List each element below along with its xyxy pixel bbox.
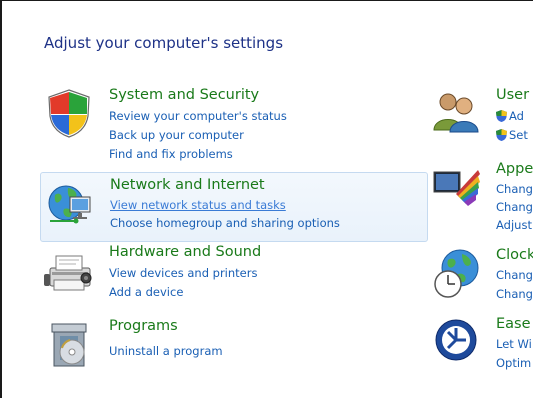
right-link[interactable]: Chang: [496, 287, 533, 301]
category-title[interactable]: Clock: [496, 247, 533, 263]
uac-shield-icon: [496, 129, 507, 141]
right-link[interactable]: Chang: [496, 182, 533, 196]
uac-shield-icon: [496, 110, 507, 122]
users-icon[interactable]: [432, 88, 480, 134]
link-add-device[interactable]: Add a device: [109, 285, 183, 299]
shield-icon[interactable]: [45, 88, 93, 138]
link-back-up-computer[interactable]: Back up your computer: [109, 128, 244, 142]
category-user-accounts: User Ad Set: [430, 84, 533, 154]
category-hardware-and-sound: Hardware and Sound View devices and prin…: [40, 244, 430, 306]
category-programs: Programs Uninstall a program: [40, 314, 430, 374]
clock-globe-icon[interactable]: [432, 248, 482, 300]
page-title: Adjust your computer's settings: [44, 34, 284, 52]
link-view-devices-printers[interactable]: View devices and printers: [109, 266, 257, 280]
appearance-monitor-icon[interactable]: [432, 164, 482, 212]
category-title[interactable]: Appe: [496, 161, 533, 177]
right-link[interactable]: Chang: [496, 268, 533, 282]
right-link[interactable]: Adjust: [496, 218, 532, 232]
window-top-border: [0, 0, 533, 1]
category-title[interactable]: Programs: [109, 318, 178, 334]
right-link[interactable]: Chang: [496, 200, 533, 214]
category-system-and-security: System and Security Review your computer…: [40, 84, 430, 164]
category-ease-of-access: Ease Let Wi Optim: [430, 314, 533, 374]
link-view-network-status[interactable]: View network status and tasks: [110, 198, 286, 212]
right-link[interactable]: Optim: [496, 356, 531, 370]
category-network-and-internet[interactable]: Network and Internet View network status…: [40, 172, 428, 242]
ease-of-access-icon[interactable]: [434, 318, 478, 362]
right-link[interactable]: Ad: [509, 109, 524, 123]
link-review-computer-status[interactable]: Review your computer's status: [109, 109, 287, 123]
programs-box-icon[interactable]: [48, 318, 94, 370]
category-title[interactable]: System and Security: [109, 87, 259, 103]
category-title[interactable]: Hardware and Sound: [109, 244, 261, 260]
link-find-fix-problems[interactable]: Find and fix problems: [109, 147, 233, 161]
link-uninstall-program[interactable]: Uninstall a program: [109, 344, 223, 358]
category-title[interactable]: Network and Internet: [110, 177, 265, 193]
category-title[interactable]: Ease: [496, 316, 531, 332]
link-choose-homegroup-sharing[interactable]: Choose homegroup and sharing options: [110, 216, 340, 230]
right-link[interactable]: Set: [509, 128, 528, 142]
control-panel-window: Adjust your computer's settings System a…: [0, 0, 533, 398]
category-appearance: Appe Chang Chang Adjust: [430, 158, 533, 238]
category-clock-language-region: Clock Chang Chang: [430, 244, 533, 306]
network-globe-icon[interactable]: [46, 179, 98, 227]
right-link[interactable]: Let Wi: [496, 337, 532, 351]
window-left-border: [0, 0, 2, 398]
printer-icon[interactable]: [44, 250, 98, 296]
category-title[interactable]: User: [496, 87, 529, 103]
